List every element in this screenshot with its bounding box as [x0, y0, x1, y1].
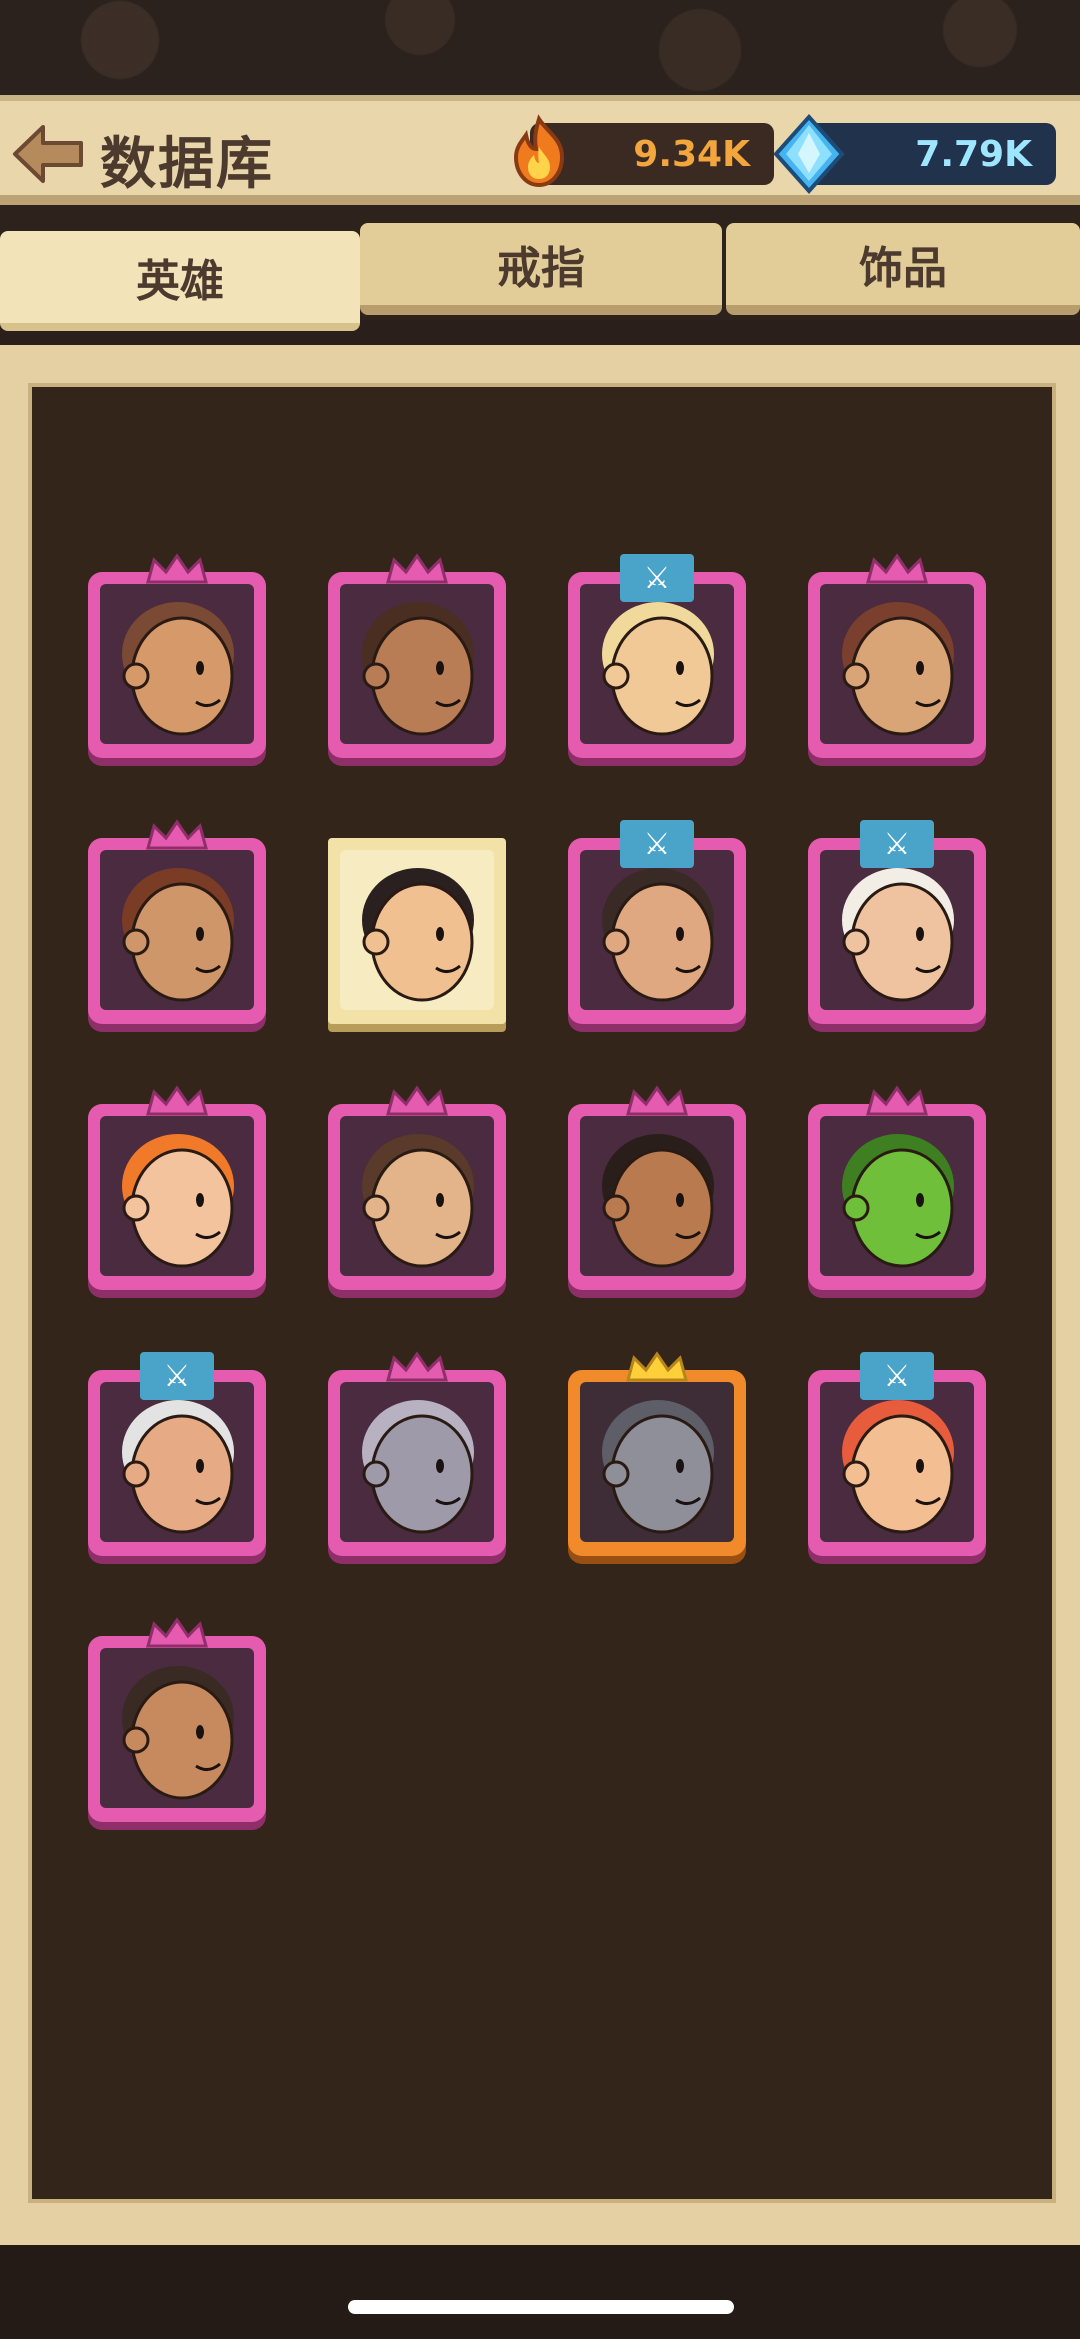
arrow-left-icon — [13, 125, 83, 183]
hero-card-gray-beast[interactable] — [562, 1350, 752, 1560]
hero-face-icon — [362, 602, 474, 736]
hero-card-granny[interactable]: ⚔ — [82, 1350, 272, 1560]
hero-portrait — [340, 850, 494, 1010]
crown-icon — [386, 553, 448, 584]
crown-icon — [866, 1085, 928, 1116]
diamond-gem-icon — [773, 113, 845, 195]
hero-portrait — [580, 1382, 734, 1542]
hero-portrait — [100, 850, 254, 1010]
crown-icon — [146, 819, 208, 850]
hero-face-icon — [122, 602, 234, 736]
hero-card-brute[interactable] — [322, 552, 512, 762]
hero-card-brown-hair[interactable] — [802, 552, 992, 762]
hero-face-icon — [362, 868, 474, 1002]
tab-heroes[interactable]: 英雄 — [0, 231, 360, 331]
crown-icon — [386, 1085, 448, 1116]
gold-crown-icon — [626, 1351, 688, 1382]
hero-face-icon — [602, 1400, 714, 1534]
hero-card-bowlcut[interactable] — [322, 1084, 512, 1294]
hero-face-icon — [842, 1400, 954, 1534]
hero-card-blonde[interactable]: ⚔ — [562, 552, 752, 762]
crown-icon — [146, 1085, 208, 1116]
hero-face-icon — [362, 1400, 474, 1534]
hero-card-redhead[interactable]: ⚔ — [802, 1350, 992, 1560]
flame-gold-icon — [513, 114, 565, 188]
hero-card-elf-archer[interactable] — [82, 1084, 272, 1294]
hero-portrait — [580, 850, 734, 1010]
content-frame: ⚔ ⚔ ⚔ ⚔ ⚔ — [0, 345, 1080, 2245]
hero-face-icon — [602, 602, 714, 736]
tab-accessories[interactable]: 饰品 — [726, 223, 1080, 315]
top-pattern-strip — [0, 0, 1080, 95]
hero-card-goblin[interactable] — [802, 1084, 992, 1294]
hero-portrait — [100, 1382, 254, 1542]
hero-card-ghoul[interactable] — [322, 1350, 512, 1560]
hero-card-bearded-monk[interactable] — [82, 818, 272, 1028]
hero-face-icon — [122, 1400, 234, 1534]
hero-portrait — [340, 584, 494, 744]
hero-portrait — [820, 850, 974, 1010]
header-bar: 数据库 9.34K 7.79K — [0, 95, 1080, 205]
crown-icon — [866, 553, 928, 584]
crown-icon — [146, 553, 208, 584]
crown-icon — [386, 1351, 448, 1382]
hero-face-icon — [842, 1134, 954, 1268]
hero-card-long-hair[interactable]: ⚔ — [562, 818, 752, 1028]
hero-face-icon — [842, 868, 954, 1002]
hero-card-rogue[interactable] — [82, 1616, 272, 1826]
hero-portrait — [820, 1382, 974, 1542]
bottom-pattern-strip — [0, 2245, 1080, 2339]
hero-face-icon — [602, 868, 714, 1002]
hero-portrait — [100, 1116, 254, 1276]
hero-face-icon — [602, 1134, 714, 1268]
home-indicator[interactable] — [348, 2300, 734, 2314]
page-title: 数据库 — [100, 132, 274, 197]
hero-portrait — [820, 584, 974, 744]
hero-portrait — [100, 1648, 254, 1808]
hero-card-old-sage[interactable]: ⚔ — [802, 818, 992, 1028]
hero-face-icon — [842, 602, 954, 736]
hero-portrait — [580, 1116, 734, 1276]
hero-card-bald[interactable] — [82, 552, 272, 762]
hero-card-goggles[interactable] — [322, 818, 512, 1028]
hero-face-icon — [122, 1134, 234, 1268]
hero-portrait — [820, 1116, 974, 1276]
hero-portrait — [340, 1382, 494, 1542]
crown-icon — [146, 1617, 208, 1648]
gem-amount: 7.79K — [915, 133, 1032, 175]
crossed-swords-icon: ⚔ — [860, 1352, 934, 1400]
hero-portrait — [580, 584, 734, 744]
hero-portrait — [340, 1116, 494, 1276]
gem-counter[interactable]: 7.79K — [773, 113, 1056, 195]
crossed-swords-icon: ⚔ — [620, 820, 694, 868]
crossed-swords-icon: ⚔ — [140, 1352, 214, 1400]
crossed-swords-icon: ⚔ — [860, 820, 934, 868]
hero-card-bandit[interactable] — [562, 1084, 752, 1294]
hero-portrait — [100, 584, 254, 744]
back-button[interactable] — [10, 121, 86, 187]
crown-icon — [626, 1085, 688, 1116]
hero-face-icon — [362, 1134, 474, 1268]
tab-bar: 英雄 戒指 饰品 — [0, 205, 1080, 331]
hero-list-panel: ⚔ ⚔ ⚔ ⚔ ⚔ — [28, 383, 1056, 2203]
crossed-swords-icon: ⚔ — [620, 554, 694, 602]
gold-counter[interactable]: 9.34K — [513, 114, 774, 188]
hero-face-icon — [122, 868, 234, 1002]
tab-rings[interactable]: 戒指 — [360, 223, 722, 315]
hero-face-icon — [122, 1666, 234, 1800]
gold-amount: 9.34K — [633, 133, 750, 175]
